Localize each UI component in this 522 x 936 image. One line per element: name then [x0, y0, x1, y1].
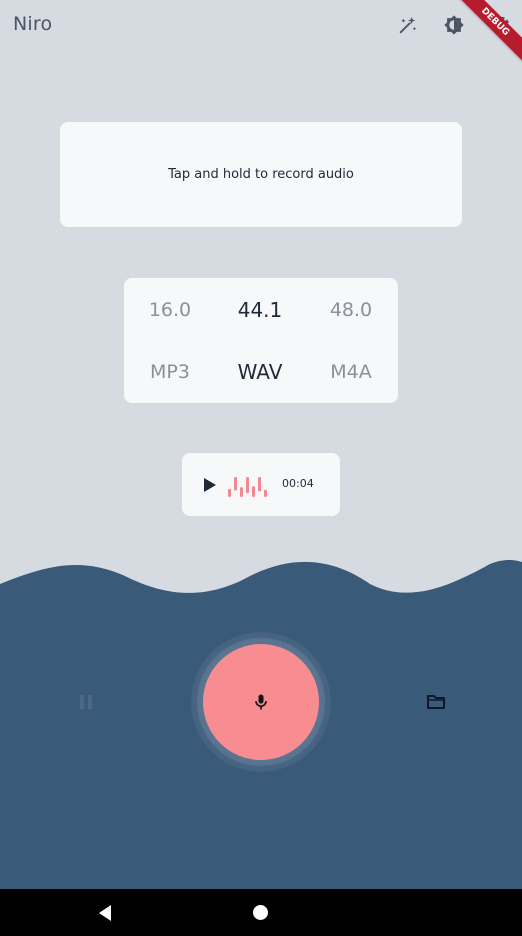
- format-option-mp3[interactable]: MP3: [125, 352, 215, 392]
- app-bar: Niro DEBUG: [0, 0, 522, 67]
- recording-player: 00:04: [182, 453, 340, 516]
- format-option-wav-selected[interactable]: WAV: [215, 352, 305, 392]
- microphone-icon: [255, 694, 267, 710]
- waveform-bar: [258, 477, 261, 492]
- app-title: Niro: [13, 13, 53, 35]
- sample-rate-option-44-selected[interactable]: 44.1: [215, 290, 305, 330]
- system-navigation-bar: [0, 889, 522, 936]
- waveform: [228, 477, 267, 497]
- waveform-bar: [234, 477, 237, 491]
- waveform-bar: [246, 477, 249, 494]
- play-icon[interactable]: [200, 474, 220, 496]
- waveform-bar: [252, 486, 255, 497]
- recording-options-card: 16.0 44.1 48.0 MP3 WAV M4A: [124, 278, 398, 403]
- waveform-bar: [240, 487, 243, 497]
- record-button[interactable]: [203, 644, 319, 760]
- waveform-bar: [264, 489, 267, 497]
- magic-wand-icon[interactable]: [397, 14, 419, 36]
- home-icon[interactable]: [253, 905, 268, 920]
- sample-rate-option-16[interactable]: 16.0: [125, 290, 215, 330]
- back-icon[interactable]: [97, 904, 113, 922]
- waveform-bar: [228, 488, 231, 497]
- sample-rate-selector[interactable]: 16.0 44.1 48.0: [124, 290, 398, 330]
- format-selector[interactable]: MP3 WAV M4A: [124, 352, 398, 392]
- record-hint-text: Tap and hold to record audio: [168, 167, 354, 182]
- theme-toggle-icon[interactable]: [443, 14, 465, 36]
- pause-icon[interactable]: [76, 692, 96, 712]
- recording-duration: 00:04: [282, 477, 314, 490]
- hint-card: Tap and hold to record audio: [60, 122, 462, 227]
- sample-rate-option-48[interactable]: 48.0: [306, 290, 396, 330]
- format-option-m4a[interactable]: M4A: [306, 352, 396, 392]
- folder-icon[interactable]: [426, 692, 446, 712]
